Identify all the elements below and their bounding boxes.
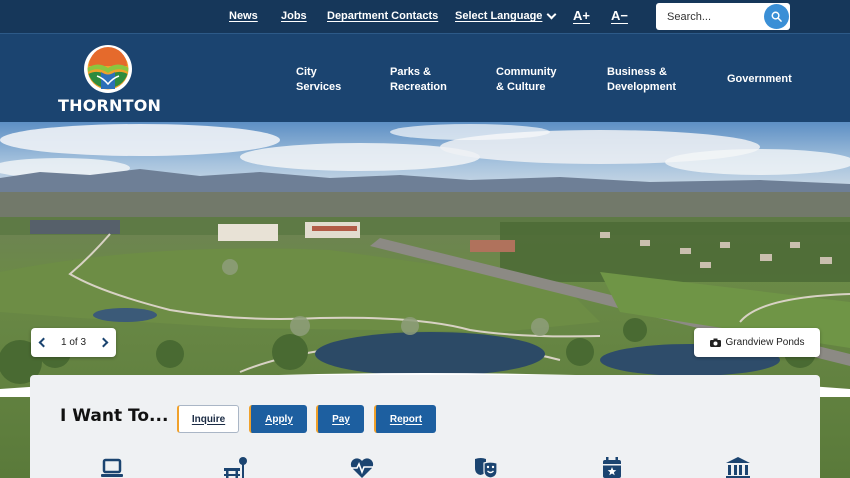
report-button[interactable]: Report	[374, 405, 436, 433]
logo-wordmark: THORNTON	[58, 96, 162, 115]
caption-text: Grandview Ponds	[725, 337, 805, 348]
font-increase-button[interactable]: A+	[573, 8, 590, 23]
logo-mark-icon	[84, 45, 132, 93]
search-input[interactable]	[656, 3, 766, 30]
nav-parks-recreation[interactable]: Parks & Recreation	[390, 65, 447, 95]
jobs-link[interactable]: Jobs	[281, 10, 307, 22]
language-label: Select Language	[455, 10, 543, 22]
slider-controls: 1 of 3	[31, 328, 116, 357]
search-box	[656, 3, 790, 30]
nav-city-services[interactable]: City Services	[296, 65, 341, 95]
calendar-star-icon[interactable]	[599, 456, 625, 478]
pay-button[interactable]: Pay	[316, 405, 364, 433]
search-button[interactable]	[764, 4, 789, 29]
nav-business-development[interactable]: Business & Development	[607, 65, 676, 95]
search-icon	[771, 11, 782, 22]
photo-caption[interactable]: Grandview Ponds	[694, 328, 820, 357]
nav-community-culture[interactable]: Community & Culture	[496, 65, 557, 95]
nav-government[interactable]: Government	[727, 72, 792, 87]
department-contacts-link[interactable]: Department Contacts	[327, 10, 438, 22]
i-want-to-title: I Want To...	[60, 406, 169, 426]
chevron-down-icon	[546, 9, 557, 19]
next-slide-button[interactable]	[98, 337, 109, 348]
apply-button[interactable]: Apply	[249, 405, 307, 433]
i-want-to-panel: I Want To... Inquire Apply Pay Report	[30, 375, 820, 478]
news-link[interactable]: News	[229, 10, 258, 22]
previous-slide-button[interactable]	[38, 337, 49, 348]
thornton-logo[interactable]: THORNTON	[58, 44, 162, 118]
language-selector[interactable]: Select Language	[455, 9, 557, 22]
government-building-icon[interactable]	[725, 456, 751, 478]
slide-counter: 1 of 3	[60, 337, 87, 348]
theater-masks-icon[interactable]	[473, 456, 499, 478]
main-header: THORNTON City Services Parks & Recreatio…	[0, 33, 850, 122]
picnic-table-icon[interactable]	[223, 456, 249, 478]
laptop-icon[interactable]	[99, 456, 125, 478]
inquire-button[interactable]: Inquire	[177, 405, 239, 433]
utility-bar: News Jobs Department Contacts Select Lan…	[0, 0, 850, 33]
font-decrease-button[interactable]: A−	[611, 8, 628, 23]
heart-pulse-icon[interactable]	[349, 456, 375, 478]
camera-icon	[709, 338, 721, 347]
